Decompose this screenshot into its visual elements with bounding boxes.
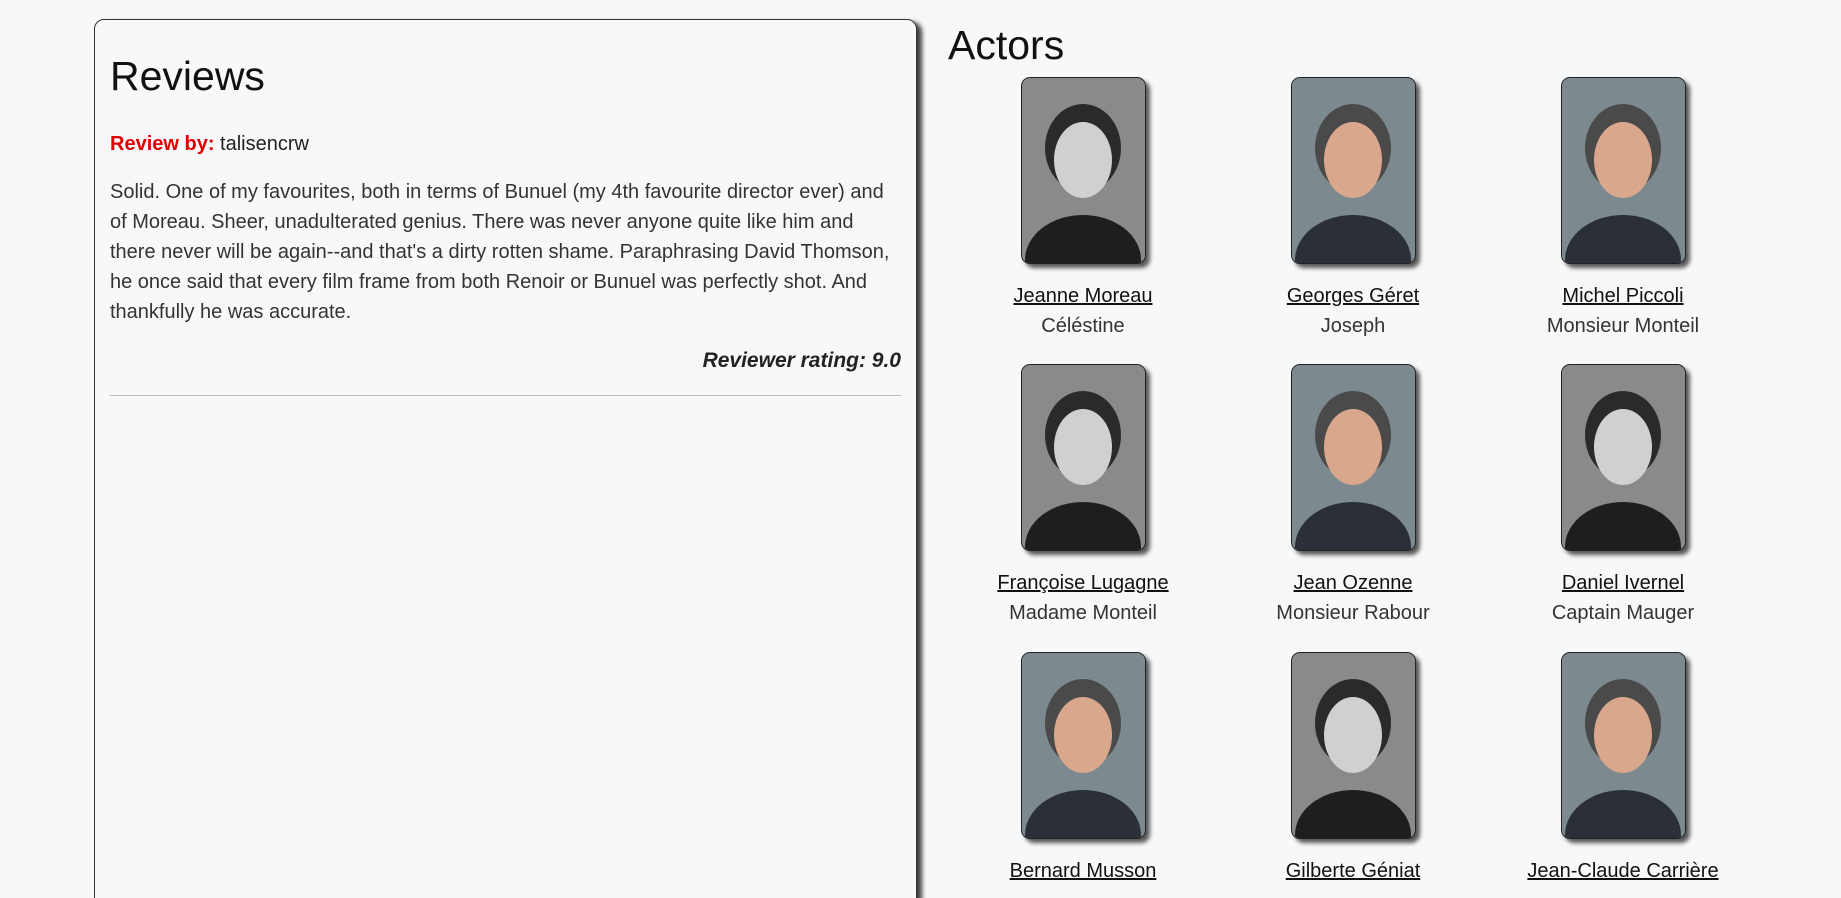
portrait-image	[1021, 365, 1145, 550]
actor-photo[interactable]	[1560, 652, 1686, 839]
review-by: Review by: talisencrw	[110, 132, 901, 156]
actor-card[interactable]: Jean-Claude Carrière	[1488, 652, 1758, 886]
actor-card[interactable]: Françoise Lugagne Madame Monteil	[948, 364, 1218, 628]
reviews-title: Reviews	[110, 53, 265, 99]
review-text: Solid. One of my favourites, both in ter…	[110, 181, 890, 323]
actor-name-link[interactable]: Georges Géret	[1218, 281, 1488, 311]
actor-card[interactable]: Bernard Musson	[948, 652, 1218, 886]
actor-role: Captain Mauger	[1551, 602, 1695, 624]
actor-card[interactable]: Gilberte Géniat	[1218, 652, 1488, 886]
actor-photo[interactable]	[1560, 77, 1686, 264]
actor-name-link[interactable]: Daniel Ivernel	[1488, 568, 1758, 598]
review-rating: Reviewer rating: 9.0	[702, 349, 901, 372]
actor-photo[interactable]	[1020, 77, 1146, 264]
portrait-image	[1021, 78, 1145, 263]
actors-section: Actors Jeanne Moreau Céléstine Georges G…	[948, 0, 1828, 898]
actor-role: Céléstine	[1041, 315, 1125, 337]
actor-photo[interactable]	[1290, 652, 1416, 839]
portrait-image	[1021, 653, 1145, 838]
actor-role: Monsieur Monteil	[1546, 315, 1700, 337]
actor-card[interactable]: Daniel Ivernel Captain Mauger	[1488, 364, 1758, 628]
actor-name-link[interactable]: Michel Piccoli	[1488, 281, 1758, 311]
actor-photo[interactable]	[1020, 364, 1146, 551]
actor-role: Monsieur Rabour	[1276, 602, 1430, 624]
actor-photo[interactable]	[1020, 652, 1146, 839]
review-by-label: Review by:	[110, 133, 215, 155]
actor-name-link[interactable]: Jeanne Moreau	[948, 281, 1218, 311]
actor-card[interactable]: Jeanne Moreau Céléstine	[948, 77, 1218, 341]
portrait-image	[1561, 365, 1685, 550]
portrait-image	[1291, 653, 1415, 838]
actors-title: Actors	[948, 22, 1065, 68]
portrait-image	[1561, 78, 1685, 263]
actor-name-link[interactable]: Jean-Claude Carrière	[1488, 856, 1758, 886]
page: Reviews Review by: talisencrw Solid. One…	[0, 0, 1841, 898]
actor-photo[interactable]	[1560, 364, 1686, 551]
review-author: talisencrw	[220, 133, 309, 155]
reviews-panel: Reviews Review by: talisencrw Solid. One…	[94, 19, 917, 898]
actor-card[interactable]: Michel Piccoli Monsieur Monteil	[1488, 77, 1758, 341]
actor-name-link[interactable]: Bernard Musson	[948, 856, 1218, 886]
portrait-image	[1291, 78, 1415, 263]
actor-card[interactable]: Jean Ozenne Monsieur Rabour	[1218, 364, 1488, 628]
actor-card[interactable]: Georges Géret Joseph	[1218, 77, 1488, 341]
portrait-image	[1561, 653, 1685, 838]
actor-photo[interactable]	[1290, 364, 1416, 551]
actor-role: Madame Monteil	[1009, 602, 1157, 624]
review-divider	[110, 395, 901, 396]
actor-photo[interactable]	[1290, 77, 1416, 264]
actor-name-link[interactable]: Gilberte Géniat	[1218, 856, 1488, 886]
portrait-image	[1291, 365, 1415, 550]
actor-name-link[interactable]: Jean Ozenne	[1218, 568, 1488, 598]
review-item: Review by: talisencrw Solid. One of my f…	[110, 132, 901, 396]
actor-name-link[interactable]: Françoise Lugagne	[948, 568, 1218, 598]
actor-role: Joseph	[1320, 315, 1386, 337]
